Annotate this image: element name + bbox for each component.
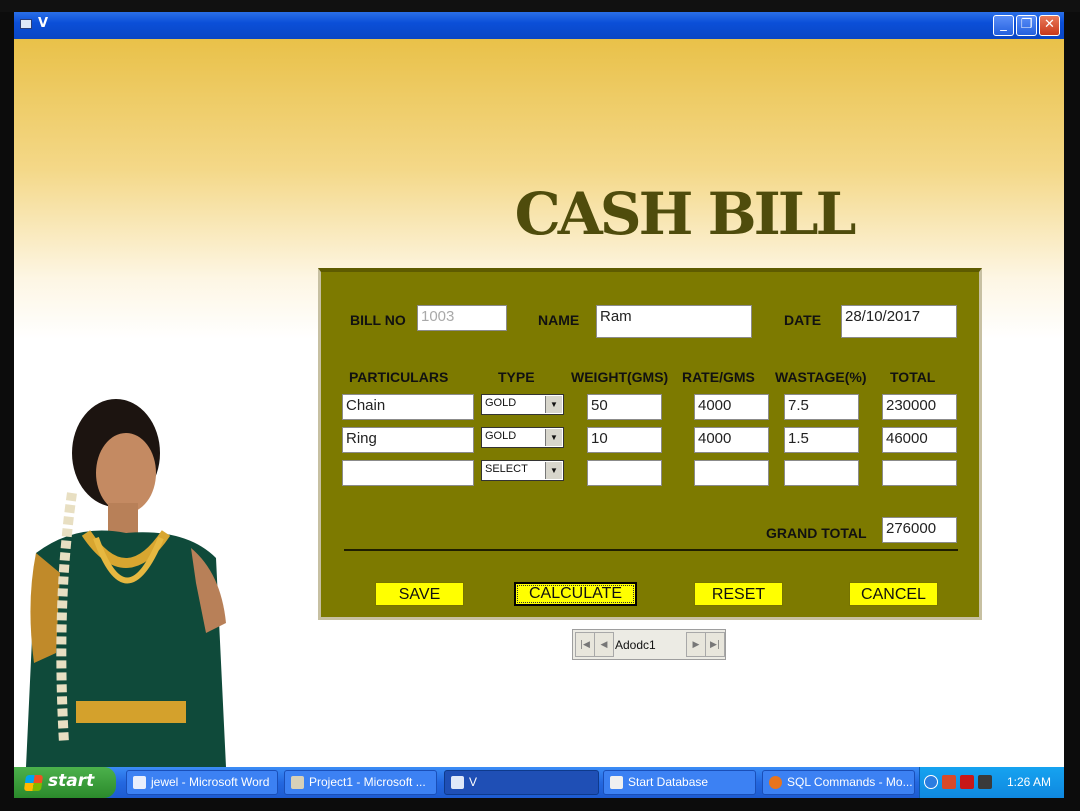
taskbar-item-v[interactable]: V bbox=[444, 770, 599, 795]
windows-logo-icon bbox=[23, 775, 44, 791]
start-button[interactable]: start bbox=[14, 767, 116, 798]
chevron-down-icon[interactable]: ▼ bbox=[545, 396, 562, 413]
total-field[interactable]: 230000 bbox=[882, 394, 957, 420]
type-select-value: GOLD bbox=[485, 430, 517, 442]
window-title: V bbox=[38, 16, 49, 31]
type-select[interactable]: GOLD ▼ bbox=[481, 427, 564, 448]
first-record-icon[interactable]: |◀ bbox=[575, 632, 595, 657]
grand-total-label: GRAND TOTAL bbox=[766, 525, 867, 541]
wastage-field[interactable] bbox=[784, 460, 859, 486]
taskbar-item-project1[interactable]: Project1 - Microsoft ... bbox=[284, 770, 437, 795]
taskbar-item-label: Project1 - Microsoft ... bbox=[309, 775, 426, 789]
show-hidden-icons-icon[interactable] bbox=[924, 775, 938, 789]
type-select-value: SELECT bbox=[485, 463, 528, 475]
column-header-wastage: WASTAGE(%) bbox=[775, 369, 867, 385]
bill-no-label: BILL NO bbox=[350, 312, 406, 328]
bill-no-field[interactable]: 1003 bbox=[417, 305, 507, 331]
rate-field[interactable] bbox=[694, 460, 769, 486]
grand-total-field[interactable]: 276000 bbox=[882, 517, 957, 543]
divider bbox=[344, 549, 958, 551]
wastage-field[interactable]: 7.5 bbox=[784, 394, 859, 420]
pdf-reader-icon[interactable] bbox=[960, 775, 974, 789]
word-icon bbox=[133, 776, 146, 789]
form-window-icon bbox=[20, 19, 32, 29]
adodc-caption: Adodc1 bbox=[615, 638, 656, 652]
page-title: CASH BILL bbox=[514, 180, 857, 248]
screen-bottom-border bbox=[0, 798, 1080, 811]
reset-button[interactable]: RESET bbox=[694, 582, 783, 606]
date-field[interactable]: 28/10/2017 bbox=[841, 305, 957, 338]
taskbar-item-word[interactable]: jewel - Microsoft Word bbox=[126, 770, 278, 795]
chevron-down-icon[interactable]: ▼ bbox=[545, 462, 562, 479]
woman-model-illustration bbox=[26, 399, 226, 767]
weight-field[interactable] bbox=[587, 460, 662, 486]
screen-right-border bbox=[1064, 12, 1080, 811]
k7-antivirus-icon[interactable] bbox=[978, 775, 992, 789]
restore-button[interactable]: ❐ bbox=[1016, 15, 1037, 36]
name-label: NAME bbox=[538, 312, 580, 328]
cancel-button[interactable]: CANCEL bbox=[849, 582, 938, 606]
name-field[interactable]: Ram bbox=[596, 305, 752, 338]
firefox-icon bbox=[769, 776, 782, 789]
window-titlebar[interactable]: V _ ❐ ✕ bbox=[14, 12, 1064, 39]
save-button[interactable]: SAVE bbox=[375, 582, 464, 606]
minimize-button[interactable]: _ bbox=[993, 15, 1014, 36]
taskbar-item-label: jewel - Microsoft Word bbox=[151, 775, 270, 789]
column-header-type: TYPE bbox=[498, 369, 535, 385]
taskbar-item-label: V bbox=[469, 775, 478, 789]
system-tray: 1:26 AM bbox=[919, 767, 1064, 798]
column-header-total: TOTAL bbox=[890, 369, 936, 385]
prev-record-icon[interactable]: ◀ bbox=[594, 632, 614, 657]
type-select[interactable]: GOLD ▼ bbox=[481, 394, 564, 415]
vb-project-icon bbox=[291, 776, 304, 789]
particulars-field[interactable]: Chain bbox=[342, 394, 474, 420]
type-select-value: GOLD bbox=[485, 397, 517, 409]
chevron-down-icon[interactable]: ▼ bbox=[545, 429, 562, 446]
form-window-icon bbox=[451, 776, 464, 789]
wastage-field[interactable]: 1.5 bbox=[784, 427, 859, 453]
rate-field[interactable]: 4000 bbox=[694, 427, 769, 453]
clock[interactable]: 1:26 AM bbox=[1007, 775, 1051, 789]
total-field[interactable] bbox=[882, 460, 957, 486]
column-header-particulars: PARTICULARS bbox=[349, 369, 449, 385]
database-icon bbox=[610, 776, 623, 789]
screen-top-border bbox=[0, 0, 1080, 12]
taskbar-item-label: SQL Commands - Mo... bbox=[787, 775, 913, 789]
column-header-weight: WEIGHT(GMS) bbox=[571, 369, 669, 385]
last-record-icon[interactable]: ▶| bbox=[705, 632, 725, 657]
close-button[interactable]: ✕ bbox=[1039, 15, 1060, 36]
bill-panel: BILL NO 1003 NAME Ram DATE 28/10/2017 PA… bbox=[318, 268, 982, 620]
calculate-button[interactable]: CALCULATE bbox=[514, 582, 637, 606]
particulars-field[interactable]: Ring bbox=[342, 427, 474, 453]
weight-field[interactable]: 50 bbox=[587, 394, 662, 420]
date-label: DATE bbox=[784, 312, 822, 328]
total-field[interactable]: 46000 bbox=[882, 427, 957, 453]
next-record-icon[interactable]: ▶ bbox=[686, 632, 706, 657]
weight-field[interactable]: 10 bbox=[587, 427, 662, 453]
rate-field[interactable]: 4000 bbox=[694, 394, 769, 420]
woman-model-image bbox=[16, 383, 236, 767]
adodc-data-control[interactable]: |◀ ◀ Adodc1 ▶ ▶| bbox=[572, 629, 726, 660]
screen-left-border bbox=[0, 12, 14, 811]
network-icon[interactable] bbox=[942, 775, 956, 789]
taskbar-item-label: Start Database bbox=[628, 775, 709, 789]
taskbar-item-start-database[interactable]: Start Database bbox=[603, 770, 756, 795]
column-header-rate: RATE/GMS bbox=[682, 369, 755, 385]
taskbar-item-sql-commands[interactable]: SQL Commands - Mo... bbox=[762, 770, 915, 795]
taskbar: start jewel - Microsoft Word Project1 - … bbox=[14, 767, 1064, 798]
start-label: start bbox=[48, 771, 95, 791]
particulars-field[interactable] bbox=[342, 460, 474, 486]
type-select[interactable]: SELECT ▼ bbox=[481, 460, 564, 481]
